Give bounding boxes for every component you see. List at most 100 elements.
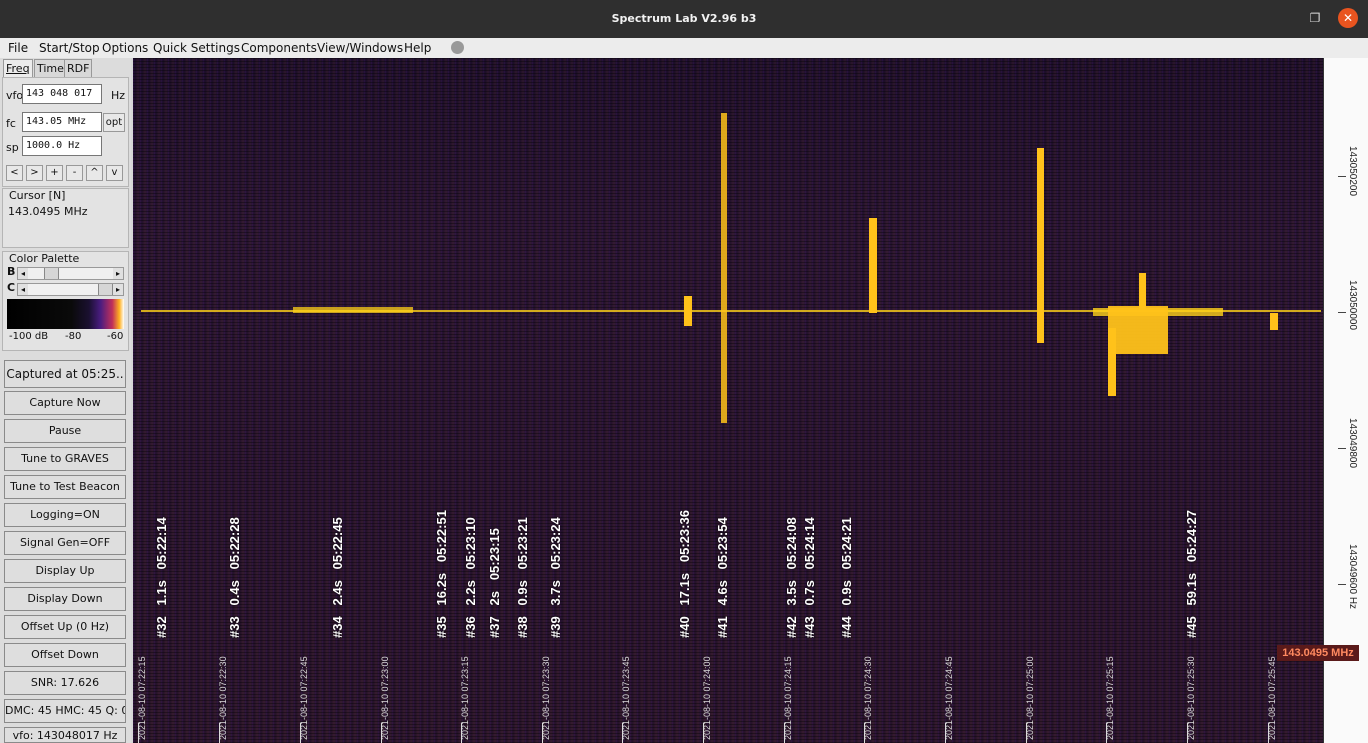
tune-test-beacon-button[interactable]: Tune to Test Beacon xyxy=(4,475,126,499)
logging-button[interactable]: Logging=ON xyxy=(4,503,126,527)
capture-now-button[interactable]: Capture Now xyxy=(4,391,126,415)
contrast-thumb[interactable] xyxy=(98,284,113,295)
meteor-annotation: #44 0.9s 05:24:21 xyxy=(839,517,854,638)
timestamp-label: 2021-08-10 07:22:30 xyxy=(218,656,228,740)
dmc-button[interactable]: DMC: 45 HMC: 45 Q: 0 xyxy=(4,699,126,723)
palette-mid: -80 xyxy=(65,331,82,342)
vfo-label: vfo xyxy=(6,89,24,102)
meteor-annotation: #33 0.4s 05:22:28 xyxy=(227,517,242,638)
sp-label: sp xyxy=(6,141,19,154)
tab-freq[interactable]: Freq xyxy=(3,59,33,77)
offset-up-button[interactable]: Offset Up (0 Hz) xyxy=(4,615,126,639)
meteor-echo xyxy=(1108,306,1168,354)
offset-down-button[interactable]: Offset Down xyxy=(4,643,126,667)
sp-input[interactable]: 1000.0 Hz xyxy=(22,136,102,156)
meteor-annotation: #37 2s 05:23:15 xyxy=(487,528,502,638)
nav-up-button[interactable]: ^ xyxy=(86,165,103,181)
timestamp-label: 2021-08-10 07:25:30 xyxy=(1186,656,1196,740)
snr-button[interactable]: SNR: 17.626 xyxy=(4,671,126,695)
brightness-slider[interactable]: ◂ ▸ xyxy=(17,267,124,280)
display-down-button[interactable]: Display Down xyxy=(4,587,126,611)
timestamp-label: 2021-08-10 07:24:45 xyxy=(944,656,954,740)
nav-left-button[interactable]: < xyxy=(6,165,23,181)
timestamp-label: 2021-08-10 07:23:00 xyxy=(380,656,390,740)
palette-title: Color Palette xyxy=(9,252,80,265)
signal-gen-button[interactable]: Signal Gen=OFF xyxy=(4,531,126,555)
meteor-annotation: #42 3.5s 05:24:08 xyxy=(784,517,799,638)
cursor-panel: Cursor [N] 143.0495 MHz xyxy=(2,188,129,248)
scale-tick xyxy=(1338,448,1346,449)
arrow-right-icon[interactable]: ▸ xyxy=(113,284,123,295)
menu-options[interactable]: Options xyxy=(102,41,148,55)
tune-graves-button[interactable]: Tune to GRAVES xyxy=(4,447,126,471)
meteor-annotation: #34 2.4s 05:22:45 xyxy=(330,517,345,638)
nav-down-button[interactable]: v xyxy=(106,165,123,181)
menu-file[interactable]: File xyxy=(8,41,28,55)
freq-panel: vfo 143 048 017 Hz fc 143.05 MHz opt sp … xyxy=(2,77,129,187)
status-indicator-icon xyxy=(451,41,464,54)
cursor-value: 143.0495 MHz xyxy=(8,205,88,218)
waterfall-display[interactable]: #32 1.1s 05:22:14 #33 0.4s 05:22:28 #34 … xyxy=(133,58,1323,743)
timestamp-label: 2021-08-10 07:22:15 xyxy=(137,656,147,740)
fc-input[interactable]: 143.05 MHz xyxy=(22,112,102,132)
restore-icon[interactable]: ❐ xyxy=(1308,11,1322,25)
color-palette-panel: Color Palette B ◂ ▸ C ◂ ▸ -100 dB -80 -6… xyxy=(2,251,129,351)
meteor-annotation: #45 59.1s 05:24:27 xyxy=(1184,510,1199,638)
arrow-right-icon[interactable]: ▸ xyxy=(113,268,123,279)
meteor-echo xyxy=(1037,148,1044,343)
vfo-input[interactable]: 143 048 017 xyxy=(22,84,102,104)
frequency-marker: 143.0495 MHz xyxy=(1277,645,1359,661)
tab-time[interactable]: Time xyxy=(34,59,67,77)
timestamp-label: 2021-08-10 07:25:15 xyxy=(1105,656,1115,740)
meteor-echo xyxy=(1270,313,1278,330)
palette-min: -100 dB xyxy=(9,331,49,342)
carrier-segment xyxy=(293,307,413,313)
title-bar: Spectrum Lab V2.96 b3 ❐ ✕ xyxy=(0,0,1368,38)
tab-rdf[interactable]: RDF xyxy=(64,59,93,77)
meteor-annotation: #39 3.7s 05:23:24 xyxy=(548,517,563,638)
timestamp-label: 2021-08-10 07:25:45 xyxy=(1267,656,1277,740)
nav-plus-button[interactable]: + xyxy=(46,165,63,181)
meteor-annotation: #40 17.1s 05:23:36 xyxy=(677,510,692,638)
scale-tick xyxy=(1338,176,1346,177)
menu-quick-settings[interactable]: Quick Settings xyxy=(153,41,240,55)
scale-tick xyxy=(1338,312,1346,313)
timestamp-label: 2021-08-10 07:24:15 xyxy=(783,656,793,740)
frequency-scale[interactable]: 143050200 143050000 143049800 143049600 … xyxy=(1323,58,1368,743)
contrast-slider[interactable]: ◂ ▸ xyxy=(17,283,124,296)
timestamp-label: 2021-08-10 07:24:00 xyxy=(702,656,712,740)
palette-gradient xyxy=(7,299,124,329)
arrow-left-icon[interactable]: ◂ xyxy=(18,268,28,279)
display-up-button[interactable]: Display Up xyxy=(4,559,126,583)
meteor-echo xyxy=(869,218,877,313)
meteor-annotation: #35 16.2s 05:22:51 xyxy=(434,510,449,638)
pause-button[interactable]: Pause xyxy=(4,419,126,443)
vfo-unit: Hz xyxy=(111,89,126,102)
brightness-thumb[interactable] xyxy=(44,268,59,279)
meteor-echo xyxy=(1108,328,1116,396)
window-title: Spectrum Lab V2.96 b3 xyxy=(611,12,757,25)
palette-max: -60 xyxy=(107,331,124,342)
timestamp-label: 2021-08-10 07:25:00 xyxy=(1025,656,1035,740)
scale-label: 143049800 xyxy=(1347,418,1358,469)
menu-help[interactable]: Help xyxy=(404,41,431,55)
close-icon[interactable]: ✕ xyxy=(1338,8,1358,28)
captured-button[interactable]: Captured at 05:25.. xyxy=(4,360,126,388)
vfo-status-button[interactable]: vfo: 143048017 Hz xyxy=(4,727,126,743)
menu-start-stop[interactable]: Start/Stop xyxy=(39,41,100,55)
arrow-left-icon[interactable]: ◂ xyxy=(18,284,28,295)
menu-bar: File Start/Stop Options Quick Settings C… xyxy=(0,38,1368,58)
meteor-echo xyxy=(1139,273,1146,308)
menu-view-windows[interactable]: View/Windows xyxy=(317,41,403,55)
nav-right-button[interactable]: > xyxy=(26,165,43,181)
nav-minus-button[interactable]: - xyxy=(66,165,83,181)
control-panel: Freq Time RDF vfo 143 048 017 Hz fc 143.… xyxy=(0,58,131,743)
cursor-title: Cursor [N] xyxy=(9,189,66,202)
menu-components[interactable]: Components xyxy=(241,41,317,55)
meteor-annotation: #41 4.6s 05:23:54 xyxy=(715,517,730,638)
timestamp-label: 2021-08-10 07:23:45 xyxy=(621,656,631,740)
timestamp-label: 2021-08-10 07:23:30 xyxy=(541,656,551,740)
meteor-annotation: #32 1.1s 05:22:14 xyxy=(154,517,169,638)
opt-button[interactable]: opt xyxy=(103,113,125,132)
brightness-label: B xyxy=(7,265,16,278)
